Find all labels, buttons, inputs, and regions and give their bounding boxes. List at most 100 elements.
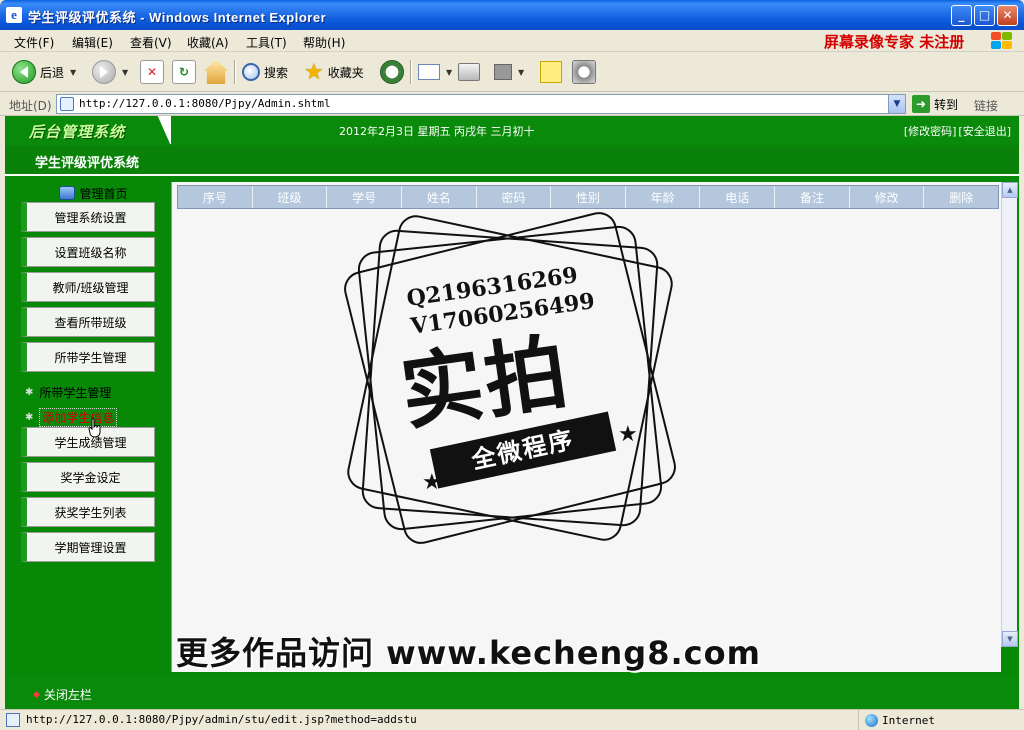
close-button[interactable]: ✕	[997, 5, 1018, 26]
sidebar-item-semester[interactable]: 学期管理设置	[21, 532, 155, 562]
forward-arrow-icon	[92, 60, 116, 84]
header-date: 2012年2月3日 星期五 丙戌年 三月初十	[339, 125, 535, 138]
messenger-button[interactable]	[572, 59, 596, 85]
search-label: 搜索	[264, 65, 289, 80]
sidebar-home-label: 管理首页	[79, 186, 128, 201]
column-header: 班级	[253, 186, 328, 208]
back-arrow-icon	[12, 60, 36, 84]
logout-link[interactable]: [安全退出]	[958, 123, 1011, 139]
column-header: 修改	[850, 186, 925, 208]
close-sidebar-button[interactable]: ◆ 关闭左栏	[33, 686, 92, 703]
column-header: 姓名	[402, 186, 477, 208]
sidebar-item-teacher-class[interactable]: 教师/班级管理	[21, 272, 155, 302]
edit-dropdown-icon[interactable]: ▼	[518, 68, 524, 77]
globe-icon	[865, 713, 878, 727]
recorder-watermark: 屏幕录像专家 未注册	[824, 33, 965, 51]
home-button[interactable]	[204, 59, 228, 85]
system-title-bar: 学生评级评优系统	[5, 146, 1019, 176]
menu-bar: 文件(F) 编辑(E) 查看(V) 收藏(A) 工具(T) 帮助(H) 屏幕录像…	[0, 30, 1024, 52]
messenger-icon	[572, 60, 596, 84]
mail-dropdown-icon[interactable]: ▼	[446, 68, 452, 77]
star-icon: ★	[304, 59, 324, 85]
stop-button[interactable]: ✕	[140, 59, 164, 85]
back-label: 后退	[40, 65, 65, 80]
security-zone: Internet	[858, 710, 1024, 730]
page-header-top: 后台管理系统 2012年2月3日 星期五 丙戌年 三月初十 [修改密码] [安全…	[5, 116, 1019, 146]
header-links: [修改密码] [安全退出]	[904, 123, 1011, 139]
menu-help[interactable]: 帮助(H)	[303, 34, 345, 51]
sidebar-item-label: 奖学金设定	[60, 470, 121, 485]
column-header: 年龄	[626, 186, 701, 208]
sidebar-item-label: 查看所带班级	[54, 315, 127, 330]
scroll-down-icon[interactable]: ▼	[1002, 631, 1018, 647]
sidebar-sub-add-student[interactable]: ✱ 添加学生信息	[25, 408, 118, 427]
refresh-button[interactable]: ↻	[172, 59, 196, 85]
refresh-icon: ↻	[172, 60, 196, 84]
column-header: 序号	[178, 186, 253, 208]
menu-file[interactable]: 文件(F)	[14, 34, 54, 51]
address-url: http://127.0.0.1:8080/Pjpy/Admin.shtml	[79, 97, 331, 110]
change-password-link[interactable]: [修改密码]	[904, 123, 957, 139]
toolbar: 后退 ▼ ▼ ✕ ↻ 搜索 ★ 收藏夹 ▼ ▼	[0, 52, 1024, 92]
sidebar-item-award-list[interactable]: 获奖学生列表	[21, 497, 155, 527]
menu-tools[interactable]: 工具(T)	[246, 34, 287, 51]
address-input[interactable]: http://127.0.0.1:8080/Pjpy/Admin.shtml ▼	[56, 94, 906, 114]
minimize-button[interactable]: _	[951, 5, 972, 26]
menu-edit[interactable]: 编辑(E)	[72, 34, 113, 51]
sidebar-item-label: 所带学生管理	[54, 350, 127, 365]
print-button[interactable]	[458, 59, 480, 85]
history-icon	[380, 60, 404, 84]
promo-watermark: 更多作品访问 www.kecheng8.com	[176, 634, 761, 672]
hand-cursor-icon	[88, 418, 101, 438]
stop-icon: ✕	[140, 60, 164, 84]
scroll-up-icon[interactable]: ▲	[1002, 182, 1018, 198]
menu-view[interactable]: 查看(V)	[130, 34, 172, 51]
sidebar-sub-student-management[interactable]: ✱ 所带学生管理	[25, 384, 111, 401]
status-bar: http://127.0.0.1:8080/Pjpy/admin/stu/edi…	[0, 709, 1024, 730]
favorites-button[interactable]: ★ 收藏夹	[304, 59, 364, 85]
status-url: http://127.0.0.1:8080/Pjpy/admin/stu/edi…	[26, 713, 417, 726]
vertical-scrollbar[interactable]: ▲ ▼	[1001, 182, 1018, 647]
address-bar: 地址(D) http://127.0.0.1:8080/Pjpy/Admin.s…	[0, 92, 1024, 116]
search-button[interactable]: 搜索	[242, 59, 288, 85]
monitor-icon	[59, 186, 76, 200]
links-toolbar[interactable]: 链接	[974, 97, 998, 114]
logo-text: 后台管理系统	[29, 123, 126, 141]
bullet-icon: ✱	[25, 412, 34, 423]
maximize-button[interactable]: □	[974, 5, 995, 26]
sidebar-item-class-names[interactable]: 设置班级名称	[21, 237, 155, 267]
sidebar-item-view-classes[interactable]: 查看所带班级	[21, 307, 155, 337]
menu-favorites[interactable]: 收藏(A)	[187, 34, 229, 51]
sidebar-item-student-management[interactable]: 所带学生管理	[21, 342, 155, 372]
sidebar-item-label: 教师/班级管理	[52, 280, 129, 295]
column-header: 学号	[327, 186, 402, 208]
mail-button[interactable]: ▼	[418, 59, 452, 85]
star-icon: ★	[618, 422, 638, 447]
home-icon	[204, 60, 228, 84]
sidebar-item-system-settings[interactable]: 管理系统设置	[21, 202, 155, 232]
forward-dropdown-icon[interactable]: ▼	[122, 68, 128, 77]
student-table-header: 序号 班级 学号 姓名 密码 性别 年龄 电话 备注 修改 删除	[177, 185, 999, 209]
system-title: 学生评级评优系统	[35, 156, 140, 171]
admin-logo: 后台管理系统	[5, 116, 171, 146]
ie-icon: e	[6, 7, 22, 23]
sidebar-home[interactable]: 管理首页	[24, 184, 163, 202]
window-title: 学生评级评优系统 - Windows Internet Explorer	[28, 10, 327, 25]
sidebar-sub-label: 添加学生信息	[39, 408, 118, 427]
back-button[interactable]: 后退 ▼	[12, 59, 76, 85]
sidebar-item-label: 管理系统设置	[54, 210, 127, 225]
edit-icon	[494, 64, 512, 80]
star-icon: ★	[422, 470, 442, 495]
column-header: 性别	[551, 186, 626, 208]
window-titlebar[interactable]: e 学生评级评优系统 - Windows Internet Explorer _…	[0, 0, 1024, 30]
edit-button[interactable]: ▼	[494, 59, 524, 85]
go-button[interactable]: ➜ 转到	[912, 95, 958, 113]
forward-button[interactable]: ▼	[92, 59, 128, 85]
history-button[interactable]	[380, 59, 404, 85]
discuss-button[interactable]	[540, 59, 562, 85]
sidebar-item-label: 获奖学生列表	[54, 505, 127, 520]
page-footer-bar: ◆ 关闭左栏	[5, 676, 1019, 709]
sidebar-item-scholarship[interactable]: 奖学金设定	[21, 462, 155, 492]
back-dropdown-icon[interactable]: ▼	[70, 68, 76, 77]
address-dropdown-icon[interactable]: ▼	[888, 95, 905, 113]
